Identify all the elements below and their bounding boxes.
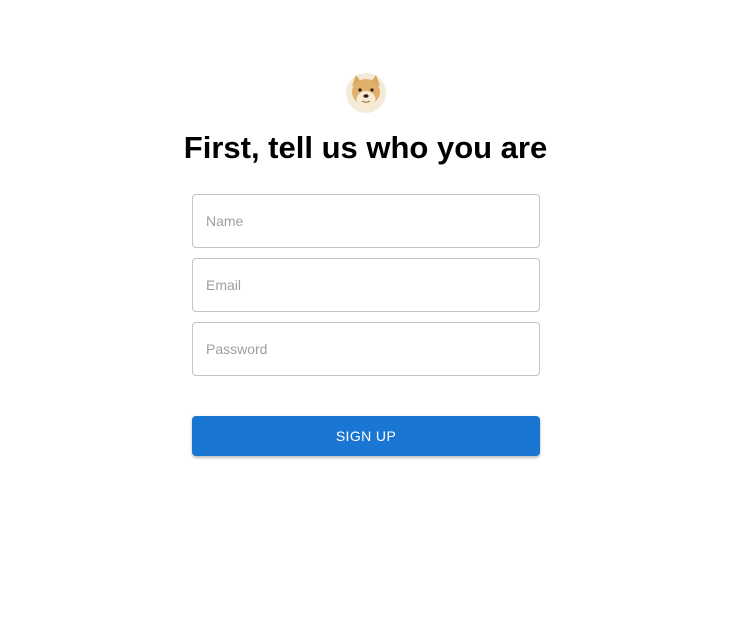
name-field[interactable] <box>192 194 540 248</box>
email-field[interactable] <box>192 258 540 312</box>
page-title: First, tell us who you are <box>183 130 548 165</box>
doge-avatar-icon <box>345 72 387 114</box>
doge-avatar-svg <box>346 73 386 113</box>
sign-up-button[interactable]: SIGN UP <box>192 416 540 456</box>
password-field[interactable] <box>192 322 540 376</box>
